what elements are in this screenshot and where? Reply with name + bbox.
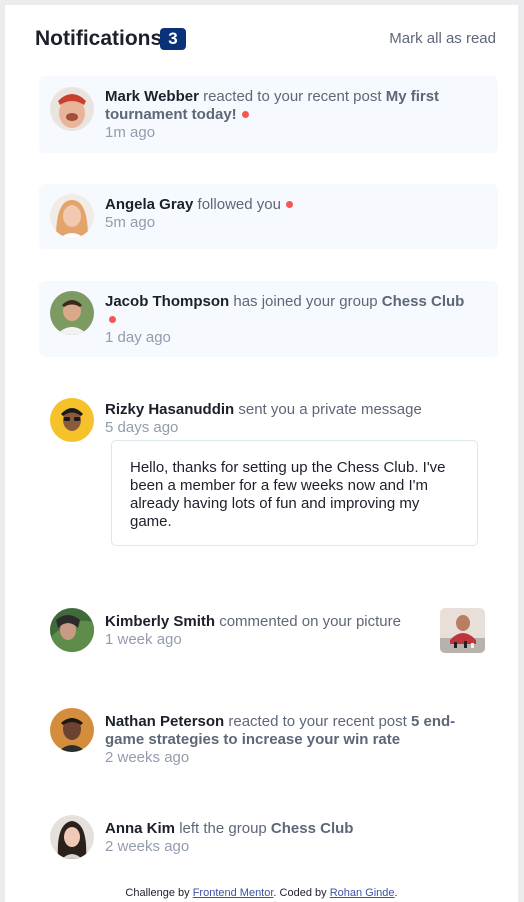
timestamp: 1 day ago [105, 329, 171, 346]
chess-picture-icon [440, 608, 485, 653]
notification-text: Jacob Thompson has joined your group Che… [105, 293, 487, 347]
frontend-mentor-link[interactable]: Frontend Mentor [193, 887, 274, 899]
timestamp: 2 weeks ago [105, 749, 190, 766]
user-name[interactable]: Anna Kim [105, 820, 175, 837]
unread-dot [285, 200, 293, 208]
user-name[interactable]: Kimberly Smith [105, 613, 215, 630]
notification-text: Angela Gray followed you 5m ago [105, 196, 487, 232]
footer-middle: . Coded by [273, 887, 327, 899]
avatar-angela-gray-icon [50, 194, 94, 238]
avatar[interactable] [50, 398, 94, 442]
action-text: reacted to your recent post [228, 713, 407, 730]
user-name[interactable]: Nathan Peterson [105, 713, 224, 730]
user-name[interactable]: Angela Gray [105, 196, 193, 213]
timestamp: 5m ago [105, 214, 156, 231]
action-text: sent you a private message [238, 401, 422, 418]
header: Notifications 3 Mark all as read [35, 27, 496, 51]
avatar-kimberly-smith-icon [50, 608, 94, 652]
notifications-card: Notifications 3 Mark all as read Mark We… [5, 5, 518, 902]
unread-dot [241, 110, 249, 118]
notification-text: Mark Webber reacted to your recent post … [105, 88, 487, 142]
unread-dot [109, 315, 116, 323]
action-text: left the group [179, 820, 267, 837]
page-title: Notifications [35, 27, 163, 50]
commented-picture-thumbnail[interactable] [440, 608, 485, 653]
timestamp: 1 week ago [105, 631, 182, 648]
user-name[interactable]: Jacob Thompson [105, 293, 229, 310]
avatar[interactable] [50, 291, 94, 335]
unread-count-badge: 3 [160, 28, 186, 50]
notification-item[interactable]: Jacob Thompson has joined your group Che… [39, 281, 498, 357]
notification-item[interactable]: Angela Gray followed you 5m ago [39, 184, 498, 249]
notification-item[interactable]: Anna Kim left the group Chess Club 2 wee… [39, 805, 498, 865]
group-link[interactable]: Chess Club [382, 293, 465, 310]
notification-item[interactable]: Kimberly Smith commented on your picture… [39, 597, 498, 667]
avatar-jacob-thompson-icon [50, 291, 94, 335]
timestamp: 5 days ago [105, 419, 179, 436]
avatar[interactable] [50, 815, 94, 859]
author-link[interactable]: Rohan Ginde [330, 887, 395, 899]
attribution-footer: Challenge by Frontend Mentor. Coded by R… [5, 886, 518, 900]
notification-item[interactable]: Mark Webber reacted to your recent post … [39, 76, 498, 153]
notification-text: Rizky Hasanuddin sent you a private mess… [105, 401, 487, 437]
notification-text: Nathan Peterson reacted to your recent p… [105, 713, 487, 767]
avatar-rizky-hasanuddin-icon [50, 398, 94, 442]
action-text: commented on your picture [219, 613, 401, 630]
notification-text: Anna Kim left the group Chess Club 2 wee… [105, 820, 487, 856]
avatar-anna-kim-icon [50, 815, 94, 859]
avatar[interactable] [50, 87, 94, 131]
group-link[interactable]: Chess Club [271, 820, 354, 837]
user-name[interactable]: Rizky Hasanuddin [105, 401, 234, 418]
timestamp: 2 weeks ago [105, 838, 190, 855]
avatar-mark-webber-icon [50, 87, 94, 131]
action-text: reacted to your recent post [203, 88, 382, 105]
mark-all-read-button[interactable]: Mark all as read [389, 30, 496, 48]
footer-suffix: . [394, 887, 398, 899]
notification-text: Kimberly Smith commented on your picture… [105, 613, 425, 649]
notification-item[interactable]: Nathan Peterson reacted to your recent p… [39, 696, 498, 776]
action-text: has joined your group [233, 293, 378, 310]
footer-prefix: Challenge by [125, 887, 190, 899]
private-message[interactable]: Hello, thanks for setting up the Chess C… [111, 440, 478, 546]
user-name[interactable]: Mark Webber [105, 88, 199, 105]
timestamp: 1m ago [105, 124, 156, 141]
avatar-nathan-peterson-icon [50, 708, 94, 752]
avatar[interactable] [50, 608, 94, 652]
avatar[interactable] [50, 708, 94, 752]
action-text: followed you [197, 196, 281, 213]
avatar[interactable] [50, 194, 94, 238]
